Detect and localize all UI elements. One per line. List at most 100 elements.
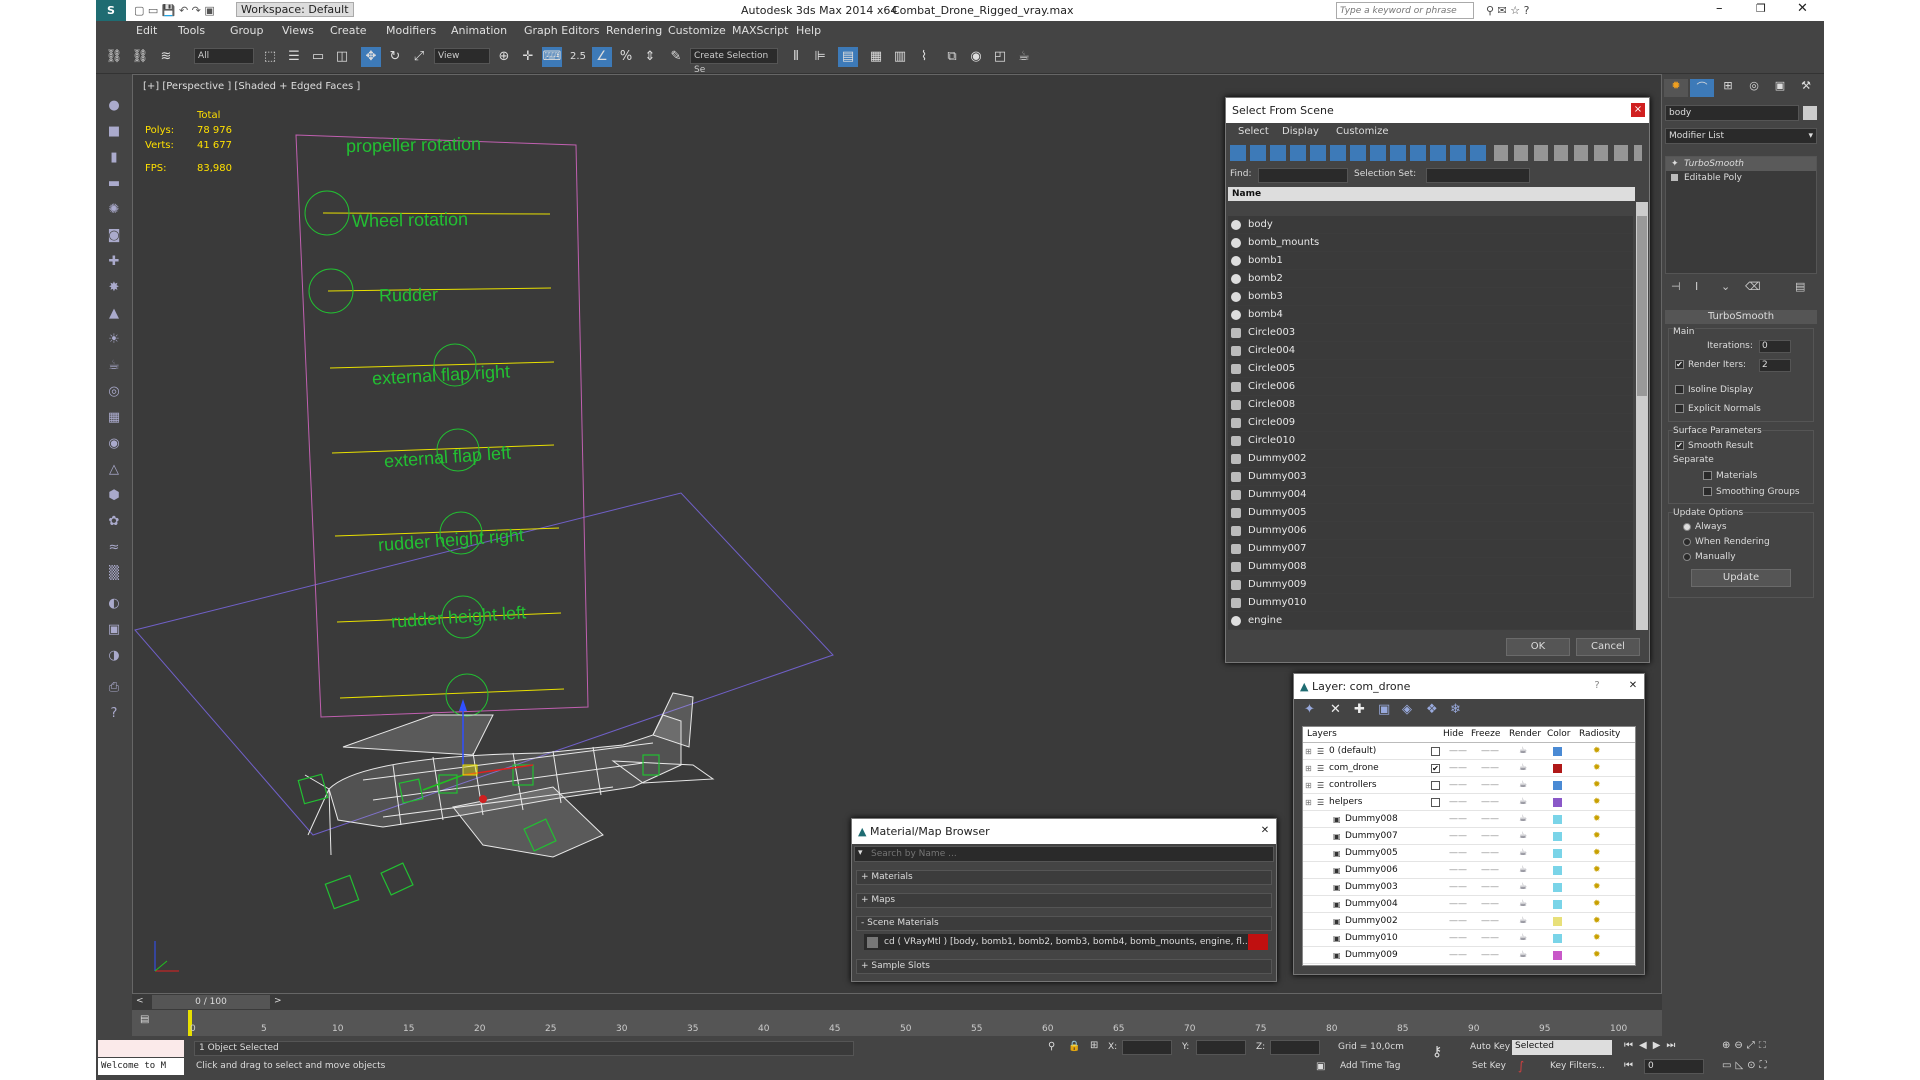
x-coord-field[interactable] [1122, 1040, 1172, 1055]
help-search-input[interactable] [1336, 2, 1474, 19]
workspace-dropdown[interactable]: Workspace: Default [236, 2, 354, 17]
always-row[interactable]: Always [1683, 522, 1727, 532]
mirror-icon[interactable]: ⫴ [786, 47, 806, 67]
scene-list-item[interactable]: Circle010 [1228, 432, 1633, 450]
expand-icon[interactable]: ⊞ [1305, 760, 1312, 777]
close-icon[interactable]: ✕ [1258, 824, 1272, 838]
iterations-spinner[interactable]: 0 [1759, 340, 1791, 353]
auto-key-button[interactable]: Auto Key [1470, 1042, 1510, 1052]
hide-toggle[interactable]: —— [1449, 777, 1467, 794]
render-teapot-icon[interactable]: ☕ [1519, 845, 1527, 862]
cancel-button[interactable]: Cancel [1576, 638, 1640, 656]
current-layer-checkbox[interactable] [1431, 747, 1440, 756]
configure-sets-icon[interactable]: ▤ [1795, 280, 1805, 293]
pivot-center-icon[interactable]: ⊕ [494, 47, 514, 67]
viewport-nav-icons-2[interactable]: ▭◺⊙⛶ [1722, 1060, 1771, 1071]
select-object-icon[interactable]: ⬚ [260, 47, 280, 67]
scene-material-item[interactable]: cd ( VRayMtl ) [body, bomb1, bomb2, bomb… [864, 934, 1268, 950]
layer-name[interactable]: Dummy009 [1345, 947, 1398, 964]
current-layer-checkbox[interactable] [1431, 781, 1440, 790]
layer-row[interactable]: ⊞ ☰ com_drone ✔ —— —— ☕ ✹ [1303, 760, 1635, 777]
layer-color-swatch[interactable] [1553, 781, 1562, 790]
scene-list-item[interactable]: engine [1228, 612, 1633, 630]
radiosity-icon[interactable]: ✹ [1593, 811, 1601, 828]
freeze-toggle[interactable]: —— [1481, 930, 1499, 947]
menu-item-maxscript[interactable]: MAXScript [732, 24, 788, 37]
plane-icon[interactable]: ▬ [104, 174, 124, 194]
col-radiosity[interactable]: Radiosity [1579, 729, 1620, 739]
foliage-icon[interactable]: ✿ [104, 512, 124, 532]
menu-item-customize[interactable]: Customize [668, 24, 726, 37]
modify-tab-icon[interactable]: ⌒ [1690, 79, 1714, 97]
render-setup-icon[interactable]: ◰ [990, 47, 1010, 67]
scene-list-item[interactable]: bomb3 [1228, 288, 1633, 306]
material-search-input[interactable] [871, 847, 1269, 861]
scene-explorer-icon[interactable]: ▤ [838, 47, 858, 67]
playback-controls-icon[interactable]: ⏮◀▶⏭ [1624, 1040, 1681, 1051]
scene-list-item[interactable]: bomb_mounts [1228, 234, 1633, 252]
freeze-toggle[interactable]: —— [1481, 896, 1499, 913]
menu-item-group[interactable]: Group [230, 24, 264, 37]
select-manipulate-icon[interactable]: ✛ [518, 47, 538, 67]
layer-name[interactable]: Dummy010 [1345, 930, 1398, 947]
select-scene-titlebar[interactable]: Select From Scene × [1226, 98, 1649, 123]
scene-list-item[interactable]: Circle006 [1228, 378, 1633, 396]
expand-icon[interactable]: ⊞ [1305, 777, 1312, 794]
cylinder-icon[interactable]: ▮ [104, 148, 124, 168]
selection-filter-dropdown[interactable]: All [194, 48, 254, 64]
add-time-tag[interactable]: Add Time Tag [1340, 1061, 1400, 1071]
time-slider-thumb[interactable]: 0 / 100 [152, 995, 270, 1009]
scene-list-item[interactable]: Dummy007 [1228, 540, 1633, 558]
maxscript-welcome[interactable]: Welcome to M [98, 1058, 184, 1075]
layer-row[interactable]: ▣ Dummy005 —— —— ☕ ✹ [1303, 845, 1635, 862]
radiosity-icon[interactable]: ✹ [1593, 879, 1601, 896]
freeze-toggle[interactable]: —— [1481, 811, 1499, 828]
time-tag-icon[interactable]: ▣ [1316, 1061, 1325, 1072]
helper-icon[interactable]: ✚ [104, 252, 124, 272]
render-iters-row[interactable]: ✔ Render Iters: [1675, 360, 1746, 370]
y-coord-field[interactable] [1196, 1040, 1246, 1055]
layer-color-swatch[interactable] [1553, 764, 1562, 773]
name-column-header[interactable]: Name [1228, 187, 1635, 201]
modifier-list-dropdown[interactable]: Modifier List ▾ [1665, 128, 1817, 144]
col-layers[interactable]: Layers [1307, 729, 1337, 739]
layer-row[interactable]: ⊞ ☰ helpers —— —— ☕ ✹ [1303, 794, 1635, 811]
graphite-ribbon-icon[interactable]: ▥ [890, 47, 910, 67]
materials-group[interactable]: + Materials [856, 870, 1272, 885]
scene-list-item[interactable]: Circle003 [1228, 324, 1633, 342]
key-curve-icon[interactable]: ∫ [1518, 1059, 1524, 1073]
show-end-result-icon[interactable]: Ⅰ [1695, 280, 1698, 293]
hide-toggle[interactable]: —— [1449, 947, 1467, 964]
pyramid-icon[interactable]: △ [104, 460, 124, 480]
freeze-toggle[interactable]: —— [1481, 777, 1499, 794]
pin-stack-icon[interactable]: ⊣ [1671, 280, 1681, 293]
menu-customize[interactable]: Customize [1336, 126, 1389, 137]
lock-selection-icon[interactable]: 🔒 [1068, 1041, 1080, 1052]
display-tab-icon[interactable]: ▣ [1768, 79, 1792, 97]
radiosity-icon[interactable]: ✹ [1593, 845, 1601, 862]
particle-icon[interactable]: ✸ [104, 278, 124, 298]
layer-name[interactable]: Dummy005 [1345, 845, 1398, 862]
scrollbar-thumb[interactable] [1637, 216, 1647, 396]
object-color-swatch[interactable] [1803, 106, 1817, 120]
timeline-ruler[interactable]: ▤ 0 5 10 15 20 25 30 35 40 45 50 55 60 65 70 75 80 85 90 95… [132, 1010, 1662, 1036]
layer-name[interactable]: Dummy003 [1345, 879, 1398, 896]
isolate-icon[interactable]: ⚲ [1048, 1041, 1055, 1052]
hide-all-layers-icon[interactable]: ❖ [1426, 702, 1438, 717]
freeze-toggle[interactable]: —— [1481, 828, 1499, 845]
radiosity-icon[interactable]: ✹ [1593, 777, 1601, 794]
keyboard-shortcut-icon[interactable]: ⌨ [542, 47, 562, 67]
selection-set-dropdown[interactable] [1426, 168, 1530, 183]
environment-icon[interactable]: ◑ [104, 646, 124, 666]
render-teapot-icon[interactable]: ☕ [1519, 930, 1527, 947]
create-tab-icon[interactable]: ✹ [1664, 79, 1688, 97]
link-icon[interactable]: ⛓ [104, 47, 124, 67]
globe-icon[interactable]: ◐ [104, 594, 124, 614]
freeze-toggle[interactable]: —— [1481, 760, 1499, 777]
teapot-icon[interactable]: ☕ [104, 356, 124, 376]
material-ball-icon[interactable]: ◉ [104, 434, 124, 454]
hide-toggle[interactable]: —— [1449, 760, 1467, 777]
when-rendering-radio[interactable] [1683, 537, 1691, 546]
sample-slots-group[interactable]: + Sample Slots [856, 959, 1272, 974]
display-toggle-icons[interactable] [1494, 145, 1642, 161]
